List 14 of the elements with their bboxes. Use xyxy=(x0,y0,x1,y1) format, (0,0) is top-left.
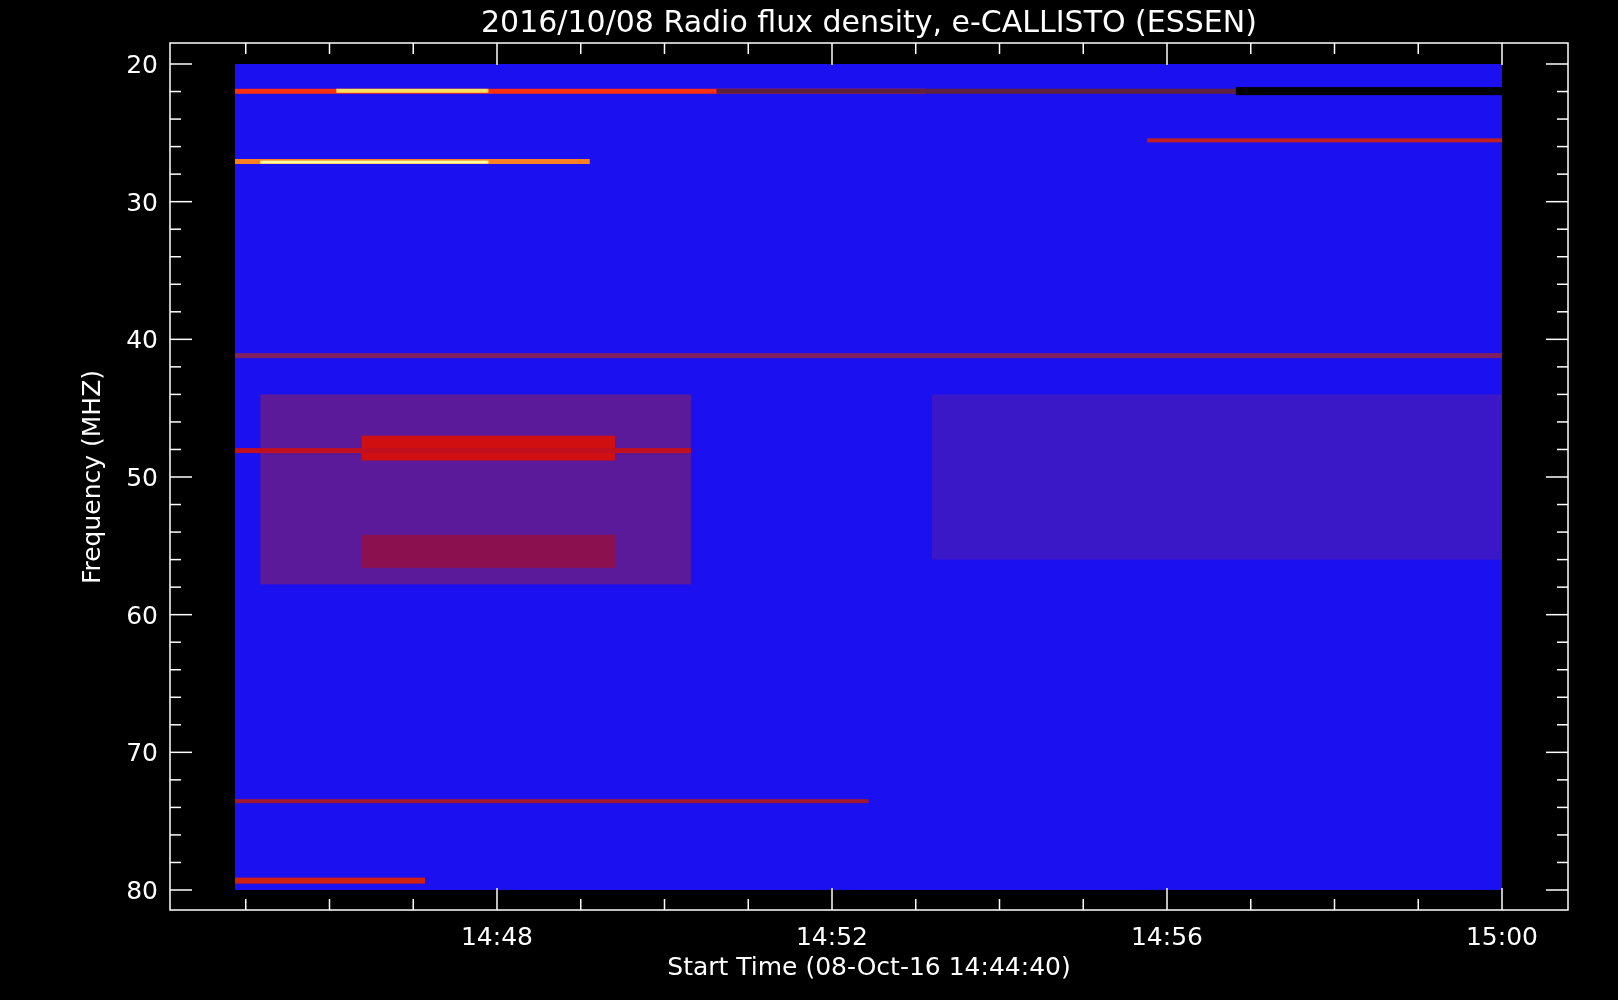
x-tick-label: 14:48 xyxy=(461,922,533,951)
y-tick-label: 30 xyxy=(126,187,158,217)
y-tick-label: 80 xyxy=(126,876,158,905)
y-tick-label: 20 xyxy=(126,50,158,79)
y-axis-label: Frequency (MHZ) xyxy=(77,369,106,585)
x-tick-label: 15:00 xyxy=(1466,922,1538,951)
x-tick-label: 14:52 xyxy=(796,922,868,951)
y-tick-label: 70 xyxy=(126,738,158,768)
x-tick-label: 14:56 xyxy=(1131,922,1203,951)
x-axis-label: Start Time (08-Oct-16 14:44:40) xyxy=(667,952,1071,981)
chart-title: 2016/10/08 Radio flux density, e-CALLISTO (ESSEN) xyxy=(481,4,1257,39)
y-tick-label: 50 xyxy=(126,463,158,492)
y-tick-label: 40 xyxy=(126,325,158,355)
y-tick-label: 60 xyxy=(126,600,158,630)
